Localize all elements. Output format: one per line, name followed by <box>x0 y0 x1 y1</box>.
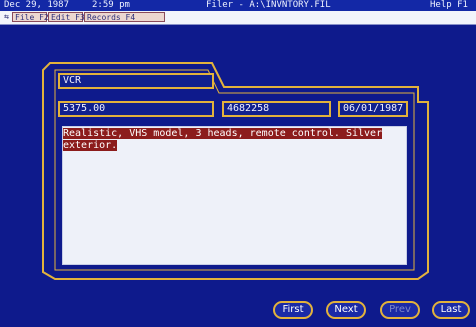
prev-button[interactable]: Prev <box>380 301 420 319</box>
notes-highlight: Realistic, VHS model, 3 heads, remote co… <box>63 128 383 151</box>
code-field[interactable]: 4682258 <box>222 101 331 117</box>
last-button[interactable]: Last <box>432 301 470 319</box>
next-button[interactable]: Next <box>326 301 366 319</box>
price-field[interactable]: 5375.00 <box>58 101 214 117</box>
first-button[interactable]: First <box>273 301 313 319</box>
item-name-field[interactable]: VCR <box>58 73 214 89</box>
notes-field[interactable]: Realistic, VHS model, 3 heads, remote co… <box>62 126 407 265</box>
date-field[interactable]: 06/01/1987 <box>338 101 408 117</box>
notes-text: Realistic, VHS model, 3 heads, remote co… <box>63 128 403 152</box>
